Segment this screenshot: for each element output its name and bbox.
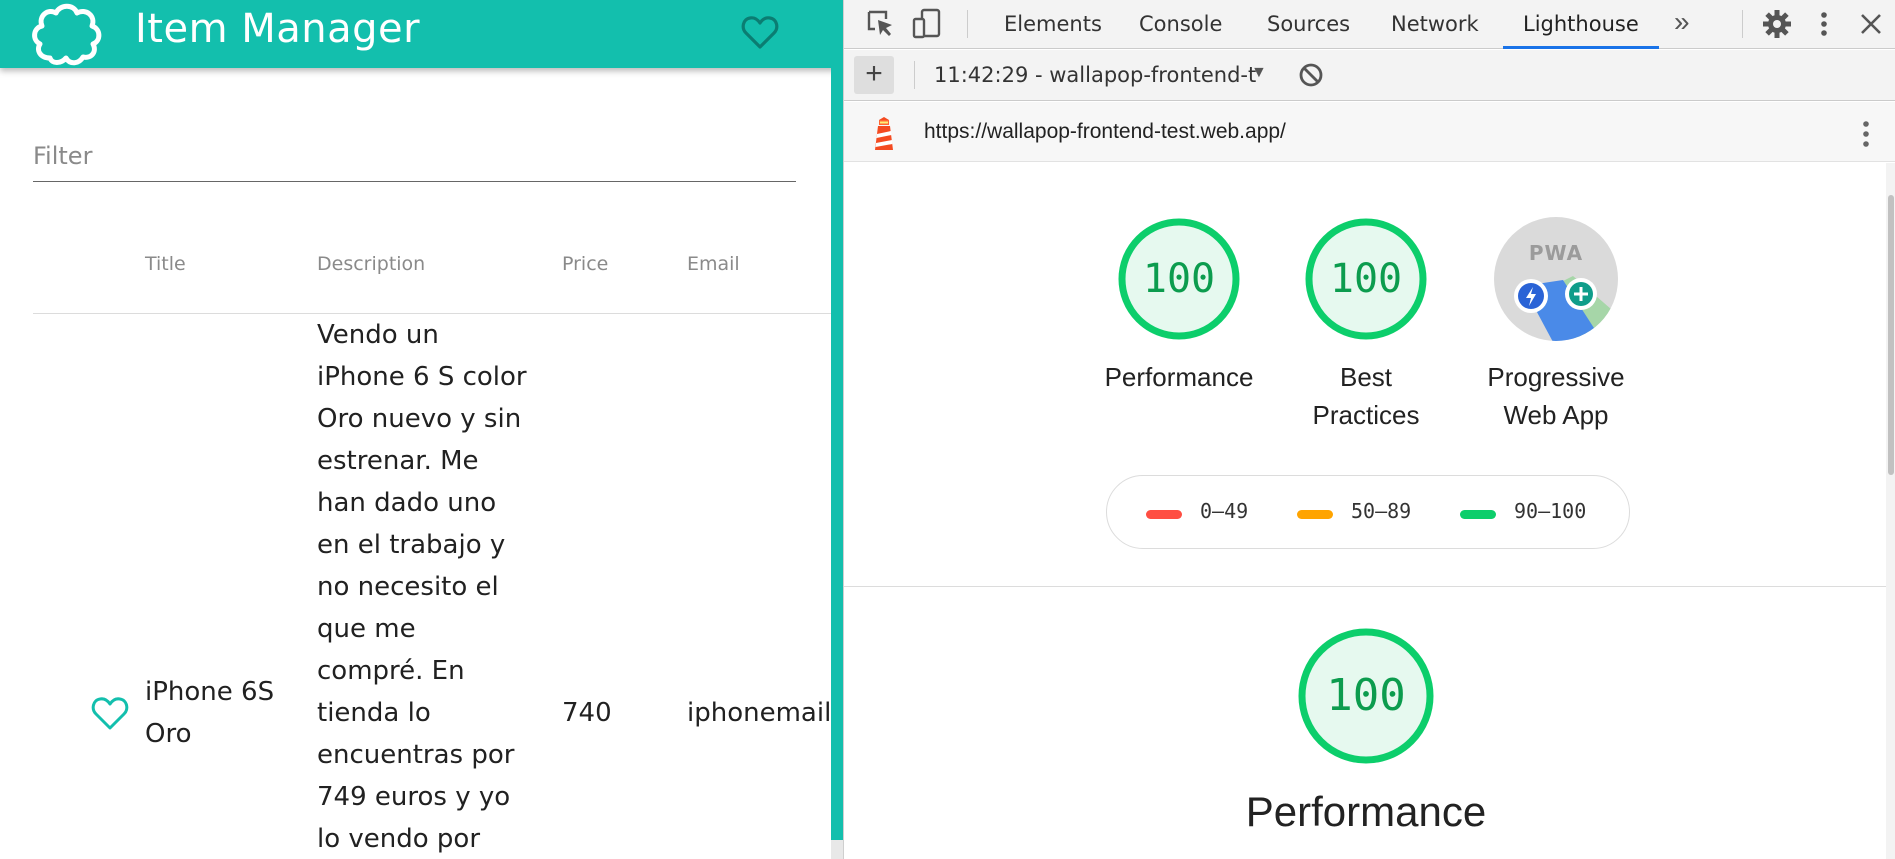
gauge-label-line: Best: [1339, 362, 1393, 392]
description-line: lo vendo por: [317, 824, 481, 854]
clear-block-icon[interactable]: [1297, 61, 1325, 89]
inspect-icon[interactable]: [864, 7, 898, 41]
best-practices-score: 100: [1329, 256, 1403, 302]
wallapop-logo-icon: [32, 3, 102, 66]
lighthouse-toolbar: + 11:42:29 - wallapop-frontend-t ▼: [844, 50, 1895, 101]
score-legend: 0–49 50–89 90–100: [1106, 475, 1630, 549]
report-url[interactable]: https://wallapop-frontend-test.web.app/: [924, 120, 1286, 144]
description-line: en el trabajo y: [317, 530, 506, 560]
row-favorite-heart-icon[interactable]: [90, 695, 130, 733]
description-line: han dado uno: [317, 488, 497, 518]
description-line: Vendo un: [317, 320, 439, 350]
settings-gear-icon[interactable]: [1760, 7, 1794, 41]
legend-range-average: 50–89: [1351, 499, 1412, 523]
row-title: iPhone 6S Oro: [145, 677, 275, 749]
description-line: compré. En: [317, 656, 465, 686]
app-scrollbar-thumb[interactable]: [831, 0, 843, 840]
tab-network[interactable]: Network: [1391, 0, 1479, 49]
row-description: Vendo un iPhone 6 S color Oro nuevo y si…: [317, 314, 547, 859]
pwa-badge-gauge[interactable]: [1493, 216, 1619, 342]
performance-section-title: Performance: [1245, 788, 1487, 835]
new-report-button[interactable]: +: [854, 56, 894, 94]
gauge-label-line: Web App: [1503, 400, 1609, 430]
filter-field[interactable]: [33, 132, 796, 182]
lighthouse-report: 100 Performance 100 Best Practices PWA P…: [844, 163, 1886, 859]
report-scrollbar-thumb[interactable]: [1888, 195, 1894, 475]
app-pane: Item Manager Title Description Price Ema…: [0, 0, 831, 859]
report-select[interactable]: 11:42:29 - wallapop-frontend-t: [934, 63, 1256, 87]
performance-detail-score: 100: [1326, 670, 1406, 721]
legend-range-pass: 90–100: [1514, 499, 1587, 523]
legend-range-fail: 0–49: [1200, 499, 1249, 523]
description-line: encuentras por: [317, 740, 515, 770]
filter-input[interactable]: [33, 132, 796, 180]
gauge-label-line: Progressive: [1487, 362, 1625, 392]
toolbar-separator: [914, 61, 915, 89]
description-line: 749 euros y yo: [317, 782, 511, 812]
description-line: estrenar. Me: [317, 446, 479, 476]
pwa-label: Progressive Web App: [1466, 358, 1646, 434]
performance-label: Performance: [1089, 358, 1269, 396]
lighthouse-logo-icon: [875, 117, 893, 150]
legend-swatch-average: [1297, 510, 1333, 519]
description-line: que me: [317, 614, 416, 644]
best-practices-label: Best Practices: [1276, 358, 1456, 434]
row-price: 740: [562, 698, 612, 728]
close-icon[interactable]: [1854, 7, 1888, 41]
legend-swatch-pass: [1460, 510, 1496, 519]
report-divider: [844, 586, 1886, 587]
report-url-bar: https://wallapop-frontend-test.web.app/: [844, 102, 1895, 162]
tab-console[interactable]: Console: [1139, 0, 1222, 49]
tab-elements[interactable]: Elements: [1004, 0, 1102, 49]
column-header-price[interactable]: Price: [562, 253, 608, 275]
devtools-toolbar: Elements Console Sources Network Lightho…: [844, 0, 1895, 49]
column-header-title[interactable]: Title: [145, 253, 186, 275]
legend-swatch-fail: [1146, 510, 1182, 519]
column-header-description[interactable]: Description: [317, 253, 425, 275]
pwa-badge-text: PWA: [1528, 241, 1584, 265]
description-line: no necesito el: [317, 572, 499, 602]
app-title: Item Manager: [135, 6, 421, 52]
report-kebab-menu-icon[interactable]: [1856, 116, 1876, 152]
gauge-label-line: Performance: [1104, 362, 1254, 392]
performance-score: 100: [1142, 256, 1216, 302]
row-email: iphonemail@wallapop.com: [687, 698, 831, 728]
kebab-menu-icon[interactable]: [1807, 7, 1841, 41]
app-header: Item Manager: [0, 0, 831, 68]
description-line: Oro nuevo y sin: [317, 404, 522, 434]
devtools-panel: Elements Console Sources Network Lightho…: [843, 0, 1895, 859]
column-header-email[interactable]: Email: [687, 253, 740, 275]
chevron-down-icon[interactable]: ▼: [1251, 64, 1267, 82]
tab-lighthouse[interactable]: Lighthouse: [1503, 0, 1659, 49]
toolbar-separator: [1742, 10, 1743, 38]
tab-sources[interactable]: Sources: [1267, 0, 1350, 49]
description-line: tienda lo: [317, 698, 431, 728]
description-line: iPhone 6 S color: [317, 362, 527, 392]
favorites-heart-icon[interactable]: [740, 14, 780, 52]
device-toggle-icon[interactable]: [910, 7, 944, 41]
gauge-label-line: Practices: [1312, 400, 1420, 430]
toolbar-separator: [967, 10, 968, 38]
more-tabs-icon[interactable]: »: [1674, 6, 1690, 38]
